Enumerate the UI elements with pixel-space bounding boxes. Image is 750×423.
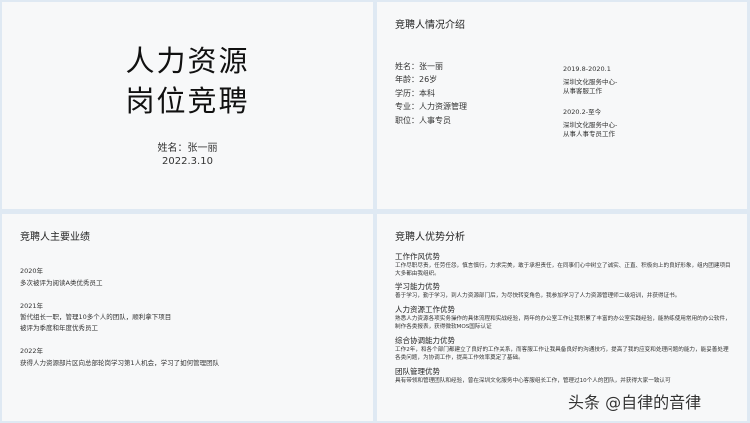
exp-line: 从事人事专员工作 <box>563 130 615 138</box>
info-education: 学历：本科 <box>395 89 435 98</box>
exp-line: 深圳文化服务中心- <box>563 121 618 129</box>
section-text: 善于学习，勤于学习，到人力资源部门后，为尽快转变角色，我参加学习了人力资源管理师… <box>395 293 681 299</box>
achievement-line: 暂代组长一职，管理10多个人的团队，顺利拿下项目 <box>20 313 172 321</box>
section-heading: 学习能力优势 <box>395 282 440 291</box>
cover-title-line1: 人力资源 <box>125 44 250 78</box>
info-name: 姓名：张一丽 <box>395 62 443 71</box>
cover-date: 2022.3.10 <box>162 156 213 167</box>
cover-name: 姓名：张一丽 <box>157 143 218 154</box>
year-label: 2021年 <box>20 302 44 310</box>
watermark: 头条 @自律的音律 <box>568 393 702 412</box>
achievement-line: 多次被评为阅读A类优秀员工 <box>20 279 103 287</box>
section-heading: 工作作风优势 <box>395 252 440 261</box>
cover-title-line2: 岗位竞聘 <box>125 84 250 118</box>
info-age: 年龄：26岁 <box>395 75 438 84</box>
section-text: 工作尽职尽责，任劳任怨，慎言慎行，力求完美，敢于承担责任，在同事们心中树立了诚实… <box>395 263 731 277</box>
slide-cover[interactable]: 人力资源 岗位竞聘 姓名：张一丽 2022.3.10 <box>2 2 373 209</box>
achievement-line: 获得人力资源部片区向总部轮岗学习第1人机会，学习了如何管理团队 <box>20 359 220 367</box>
section-heading: 综合协调能力优势 <box>395 336 455 345</box>
section-text: 熟悉人力资源各项实务操作的具体流程和实战经验，两年的办公室工作让我积累了丰富的办… <box>395 316 731 330</box>
exp-line: 从事客服工作 <box>563 87 602 95</box>
slide-candidate-intro[interactable]: 竞聘人情况介绍 姓名：张一丽 年龄：26岁 学历：本科 专业：人力资源管理 职位… <box>377 2 747 209</box>
slide-title: 竞聘人情况介绍 <box>395 20 465 31</box>
section-heading: 人力资源工作优势 <box>395 305 455 314</box>
section-text: 具有带领和管理团队和经验，曾在深圳文化服务中心客服组长工作，管理过10个人的团队… <box>395 378 671 384</box>
achievement-line: 被评为季度和年度优秀员工 <box>20 324 98 332</box>
info-position: 职位：人事专员 <box>395 116 451 125</box>
exp-period: 2019.8-2020.1 <box>563 65 611 73</box>
slide-title: 竞聘人优势分析 <box>395 232 465 243</box>
year-label: 2022年 <box>20 347 44 355</box>
year-label: 2020年 <box>20 267 44 275</box>
slide-title: 竞聘人主要业绩 <box>20 232 90 243</box>
info-major: 专业：人力资源管理 <box>395 102 467 111</box>
exp-period: 2020.2-至今 <box>563 108 602 116</box>
exp-line: 深圳文化服务中心- <box>563 78 618 86</box>
section-text: 工作2年，和各个部门都建立了良好的工作关系，而客服工作让我具备良好的沟通技巧，提… <box>395 347 729 361</box>
slide-achievements[interactable]: 竞聘人主要业绩 2020年 多次被评为阅读A类优秀员工 2021年 暂代组长一职… <box>2 214 373 421</box>
section-heading: 团队管理优势 <box>395 367 440 376</box>
